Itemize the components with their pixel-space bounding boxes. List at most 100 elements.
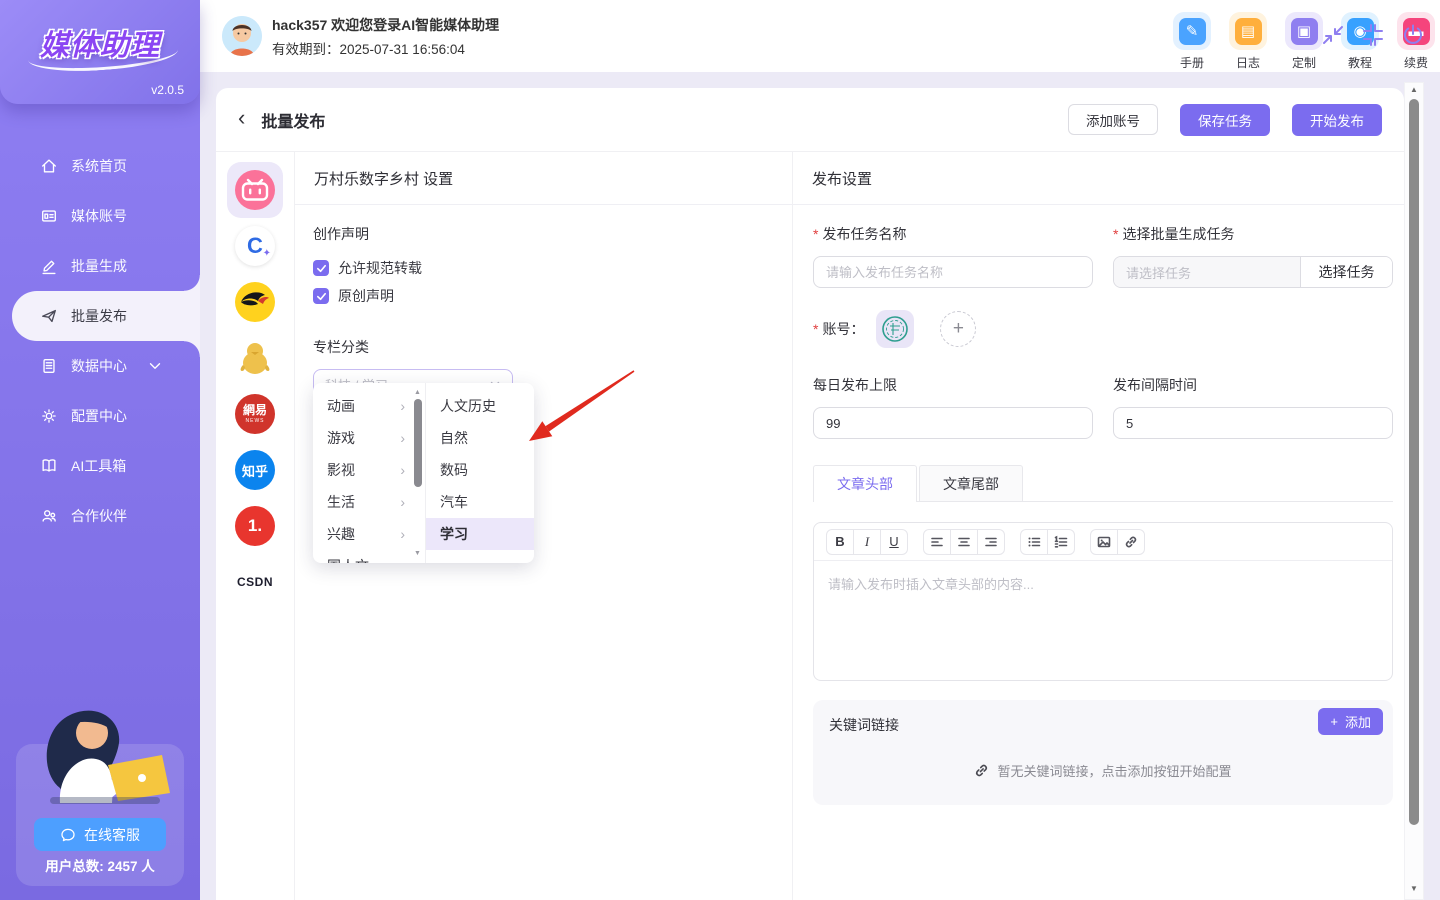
add-account-button[interactable]: 添加账号	[1068, 104, 1158, 135]
keywords-add-button[interactable]: + 添加	[1318, 708, 1383, 735]
insert-link-button[interactable]	[1117, 529, 1145, 555]
tab-article-head[interactable]: 文章头部	[813, 465, 917, 502]
italic-button[interactable]: I	[853, 529, 881, 555]
sidebar-item-ai-toolbox[interactable]: AI工具箱	[0, 441, 200, 491]
daily-limit-label: 每日发布上限	[813, 375, 1093, 395]
netease-icon: 網易 NEWS	[235, 394, 275, 434]
task-name-input[interactable]	[813, 256, 1093, 288]
choose-task-button[interactable]: 选择任务	[1300, 257, 1392, 287]
cascader-scroll-thumb[interactable]	[414, 399, 422, 487]
sidebar-item-config-center[interactable]: 配置中心	[0, 391, 200, 441]
collapse-corners-icon[interactable]	[1360, 22, 1386, 48]
interval-label: 发布间隔时间	[1113, 375, 1393, 395]
platform-bilibili[interactable]	[227, 162, 283, 218]
bilibili-icon	[235, 170, 275, 210]
checkbox-checked-icon[interactable]	[313, 288, 329, 304]
checkbox-checked-icon[interactable]	[313, 260, 329, 276]
scroll-down-icon[interactable]: ▼	[414, 550, 421, 557]
sidebar-item-data-center[interactable]: 数据中心	[0, 341, 200, 391]
collapse-arrows-icon[interactable]	[1320, 22, 1346, 48]
underline-button[interactable]: U	[880, 529, 908, 555]
link-icon	[974, 763, 989, 778]
start-publish-button[interactable]: 开始发布	[1292, 104, 1382, 136]
platform-qq[interactable]	[227, 330, 283, 386]
required-mark: *	[813, 226, 818, 242]
home-icon	[40, 157, 58, 175]
bullet-list-button[interactable]	[1020, 529, 1048, 555]
keywords-title: 关键词链接	[829, 715, 899, 735]
platform-settings-title: 万村乐数字乡村 设置	[295, 152, 792, 205]
cascader-child-item[interactable]: 汽车	[426, 486, 534, 518]
cascader-parent-item-clipped[interactable]: 国人文 ›	[313, 550, 425, 563]
scroll-thumb[interactable]	[1409, 99, 1419, 825]
save-task-button[interactable]: 保存任务	[1180, 104, 1270, 136]
cascader-parent-item[interactable]: 生活 ›	[313, 486, 425, 518]
cascader-parent-item[interactable]: 兴趣 ›	[313, 518, 425, 550]
cascader-child-item[interactable]: 人文历史	[426, 390, 534, 422]
sidebar-item-partners[interactable]: 合作伙伴	[0, 491, 200, 541]
sidebar-item-label: 系统首页	[71, 156, 127, 176]
daily-limit-input[interactable]	[813, 407, 1093, 439]
penguin-icon	[235, 338, 275, 378]
numbered-list-button[interactable]	[1047, 529, 1075, 555]
cascader-parent-item[interactable]: 游戏 ›	[313, 422, 425, 454]
scroll-up-icon[interactable]: ▲	[1410, 83, 1418, 97]
gen-task-input[interactable]: 请选择任务	[1114, 257, 1300, 287]
plus-icon: +	[953, 318, 964, 340]
platform-c-creator[interactable]: C✦	[227, 218, 283, 274]
id-card-icon	[40, 207, 58, 225]
insert-image-button[interactable]	[1090, 529, 1118, 555]
checkbox-row-original[interactable]: 原创声明	[313, 286, 774, 306]
add-account-plus-button[interactable]: +	[940, 311, 976, 347]
window-controls	[1320, 22, 1426, 48]
platform-sohu-bird[interactable]	[227, 274, 283, 330]
sidebar-item-label: 合作伙伴	[71, 506, 127, 526]
power-icon[interactable]	[1400, 22, 1426, 48]
platform-zhihu[interactable]: 知乎	[227, 442, 283, 498]
chat-bubble-icon	[60, 827, 76, 843]
align-center-button[interactable]	[950, 529, 978, 555]
required-mark: *	[813, 321, 818, 337]
editor-placeholder[interactable]: 请输入发布时插入文章头部的内容...	[814, 561, 1392, 606]
cascader-child-item-selected[interactable]: 学习	[426, 518, 534, 550]
sidebar: 媒体助理 v2.0.5 系统首页 媒体账号 批量生成 批量发布 数据中心 配置中…	[0, 0, 200, 900]
scroll-down-icon[interactable]: ▼	[1410, 882, 1418, 896]
align-left-button[interactable]	[923, 529, 951, 555]
cascader-parent-item[interactable]: 影视 ›	[313, 454, 425, 486]
quick-action-manual[interactable]: ✎ 手册	[1164, 12, 1220, 71]
quick-action-logs[interactable]: ▤ 日志	[1220, 12, 1276, 71]
account-avatar[interactable]	[876, 310, 914, 348]
custom-icon: ▣	[1291, 18, 1318, 45]
tab-article-tail[interactable]: 文章尾部	[919, 465, 1023, 501]
category-label: 专栏分类	[313, 337, 774, 357]
cascader-parent-item[interactable]: 动画 ›	[313, 390, 425, 422]
sidebar-item-batch-generate[interactable]: 批量生成	[0, 241, 200, 291]
sidebar-item-batch-publish[interactable]: 批量发布	[12, 291, 200, 341]
cascader-child-item[interactable]: 数码	[426, 454, 534, 486]
sidebar-item-label: 批量发布	[71, 306, 127, 326]
checkbox-label: 允许规范转载	[338, 258, 422, 278]
chevron-right-icon: ›	[400, 558, 405, 563]
cascader-child-item[interactable]: 自然	[426, 422, 534, 454]
list-panel-icon	[40, 357, 58, 375]
sidebar-item-label: AI工具箱	[71, 456, 126, 476]
sidebar-item-media-accounts[interactable]: 媒体账号	[0, 191, 200, 241]
platform-csdn[interactable]: CSDN	[227, 554, 283, 610]
keywords-card: 关键词链接 + 添加 暂无关键词链接，点击添加按钮开始配置	[813, 700, 1393, 805]
back-chevron-icon[interactable]: ‹	[238, 107, 245, 129]
bold-button[interactable]: B	[826, 529, 854, 555]
online-support-button[interactable]: 在线客服	[34, 818, 166, 851]
scroll-up-icon[interactable]: ▲	[414, 389, 421, 396]
main-scrollbar[interactable]: ▲ ▼	[1404, 82, 1424, 900]
platform-yidian[interactable]: 1.	[227, 498, 283, 554]
interval-input[interactable]	[1113, 407, 1393, 439]
page-title: 批量发布	[261, 108, 325, 132]
sidebar-item-home[interactable]: 系统首页	[0, 141, 200, 191]
chevron-down-icon	[146, 357, 164, 375]
user-avatar[interactable]	[222, 16, 262, 56]
checkbox-row-reprint[interactable]: 允许规范转载	[313, 258, 774, 278]
cascader-scrollbar[interactable]: ▲ ▼	[413, 389, 422, 557]
align-right-button[interactable]	[977, 529, 1005, 555]
platform-netease[interactable]: 網易 NEWS	[227, 386, 283, 442]
chevron-right-icon: ›	[400, 462, 405, 478]
